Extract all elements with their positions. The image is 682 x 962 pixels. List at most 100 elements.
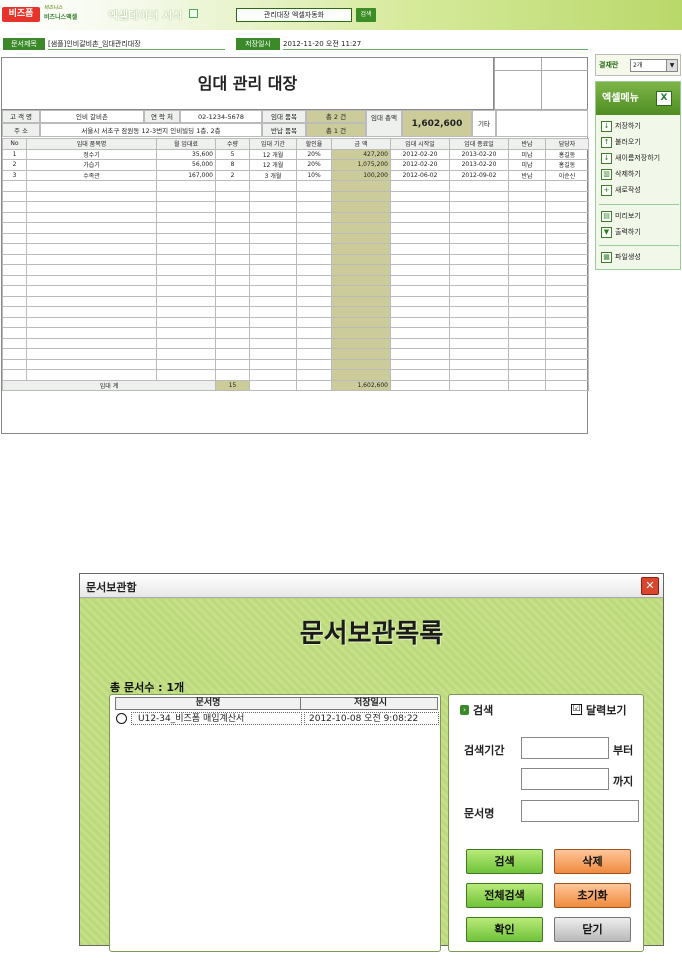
table-cell[interactable]: [331, 232, 391, 244]
table-cell[interactable]: [2, 201, 27, 213]
table-cell[interactable]: 2013-02-20: [449, 159, 509, 171]
table-cell[interactable]: [156, 306, 216, 318]
table-cell[interactable]: [390, 190, 450, 202]
table-cell[interactable]: [26, 358, 157, 370]
table-cell[interactable]: [390, 306, 450, 318]
table-cell[interactable]: [2, 211, 27, 223]
table-cell[interactable]: [449, 306, 509, 318]
table-cell[interactable]: 수족관: [26, 169, 157, 181]
table-cell[interactable]: [156, 274, 216, 286]
table-cell[interactable]: [156, 222, 216, 234]
table-cell[interactable]: [215, 348, 250, 360]
search-button[interactable]: 검색: [466, 849, 543, 874]
table-cell[interactable]: [156, 211, 216, 223]
table-cell[interactable]: [215, 369, 250, 381]
table-cell[interactable]: [26, 190, 157, 202]
table-cell[interactable]: [545, 295, 589, 307]
table-cell[interactable]: [215, 264, 250, 276]
table-cell[interactable]: [508, 285, 546, 297]
table-cell[interactable]: 홍길동: [545, 148, 589, 160]
table-cell[interactable]: [508, 222, 546, 234]
table-cell[interactable]: [249, 253, 297, 265]
table-cell[interactable]: [2, 222, 27, 234]
table-cell[interactable]: 2012-09-02: [449, 169, 509, 181]
table-cell[interactable]: [390, 337, 450, 349]
table-cell[interactable]: [390, 316, 450, 328]
table-cell[interactable]: [249, 348, 297, 360]
search-button[interactable]: 검색: [356, 8, 376, 22]
table-cell[interactable]: [508, 264, 546, 276]
table-cell[interactable]: [296, 316, 332, 328]
menu-delete[interactable]: ▥ 삭제하기: [601, 167, 677, 182]
period-to-input[interactable]: [521, 768, 609, 790]
table-cell[interactable]: 35,600: [156, 148, 216, 160]
table-cell[interactable]: [249, 243, 297, 255]
table-cell[interactable]: [249, 306, 297, 318]
table-cell[interactable]: [156, 243, 216, 255]
table-cell[interactable]: 20%: [296, 159, 332, 171]
table-cell[interactable]: [156, 369, 216, 381]
table-cell[interactable]: [156, 327, 216, 339]
table-cell[interactable]: [545, 274, 589, 286]
table-cell[interactable]: [2, 264, 27, 276]
menu-save-as[interactable]: ↓ 새이름저장하기: [601, 151, 677, 166]
table-cell[interactable]: 홍길동: [545, 159, 589, 171]
table-cell[interactable]: [249, 316, 297, 328]
table-cell[interactable]: [215, 243, 250, 255]
table-cell[interactable]: [331, 264, 391, 276]
table-cell[interactable]: [156, 337, 216, 349]
table-cell[interactable]: [390, 243, 450, 255]
table-cell[interactable]: [390, 369, 450, 381]
table-cell[interactable]: 미납: [508, 159, 546, 171]
table-cell[interactable]: [26, 295, 157, 307]
table-cell[interactable]: [545, 232, 589, 244]
table-cell[interactable]: [26, 316, 157, 328]
table-cell[interactable]: [296, 327, 332, 339]
table-cell[interactable]: [215, 201, 250, 213]
table-cell[interactable]: [390, 358, 450, 370]
table-cell[interactable]: [215, 222, 250, 234]
table-cell[interactable]: [449, 295, 509, 307]
table-cell[interactable]: [508, 316, 546, 328]
table-cell[interactable]: [449, 348, 509, 360]
table-cell[interactable]: [331, 180, 391, 192]
table-cell[interactable]: [156, 285, 216, 297]
table-cell[interactable]: [215, 306, 250, 318]
table-cell[interactable]: [331, 295, 391, 307]
table-cell[interactable]: 미납: [508, 148, 546, 160]
table-cell[interactable]: 1,075,200: [331, 159, 391, 171]
table-cell[interactable]: [331, 369, 391, 381]
table-cell[interactable]: [156, 316, 216, 328]
table-cell[interactable]: [296, 306, 332, 318]
table-cell[interactable]: [449, 180, 509, 192]
table-cell[interactable]: [545, 327, 589, 339]
table-cell[interactable]: [508, 232, 546, 244]
table-cell[interactable]: [249, 285, 297, 297]
table-cell[interactable]: [249, 327, 297, 339]
table-cell[interactable]: [296, 274, 332, 286]
table-cell[interactable]: [2, 337, 27, 349]
table-cell[interactable]: [2, 285, 27, 297]
table-cell[interactable]: [508, 369, 546, 381]
table-cell[interactable]: [249, 369, 297, 381]
table-cell[interactable]: [545, 358, 589, 370]
table-cell[interactable]: [215, 337, 250, 349]
table-cell[interactable]: [249, 264, 297, 276]
table-cell[interactable]: [390, 180, 450, 192]
table-cell[interactable]: [2, 327, 27, 339]
table-cell[interactable]: [545, 316, 589, 328]
table-cell[interactable]: [545, 211, 589, 223]
document-name[interactable]: U12-34_비즈폼 매입계산서: [131, 712, 302, 725]
table-cell[interactable]: [215, 295, 250, 307]
table-cell[interactable]: [296, 285, 332, 297]
table-cell[interactable]: 427,200: [331, 148, 391, 160]
table-cell[interactable]: [26, 243, 157, 255]
table-cell[interactable]: [2, 369, 27, 381]
table-cell[interactable]: [156, 358, 216, 370]
table-cell[interactable]: [449, 243, 509, 255]
table-cell[interactable]: [331, 285, 391, 297]
close-icon[interactable]: ✕: [641, 577, 659, 595]
table-cell[interactable]: [331, 253, 391, 265]
table-cell[interactable]: 12 개월: [249, 159, 297, 171]
table-cell[interactable]: [215, 180, 250, 192]
